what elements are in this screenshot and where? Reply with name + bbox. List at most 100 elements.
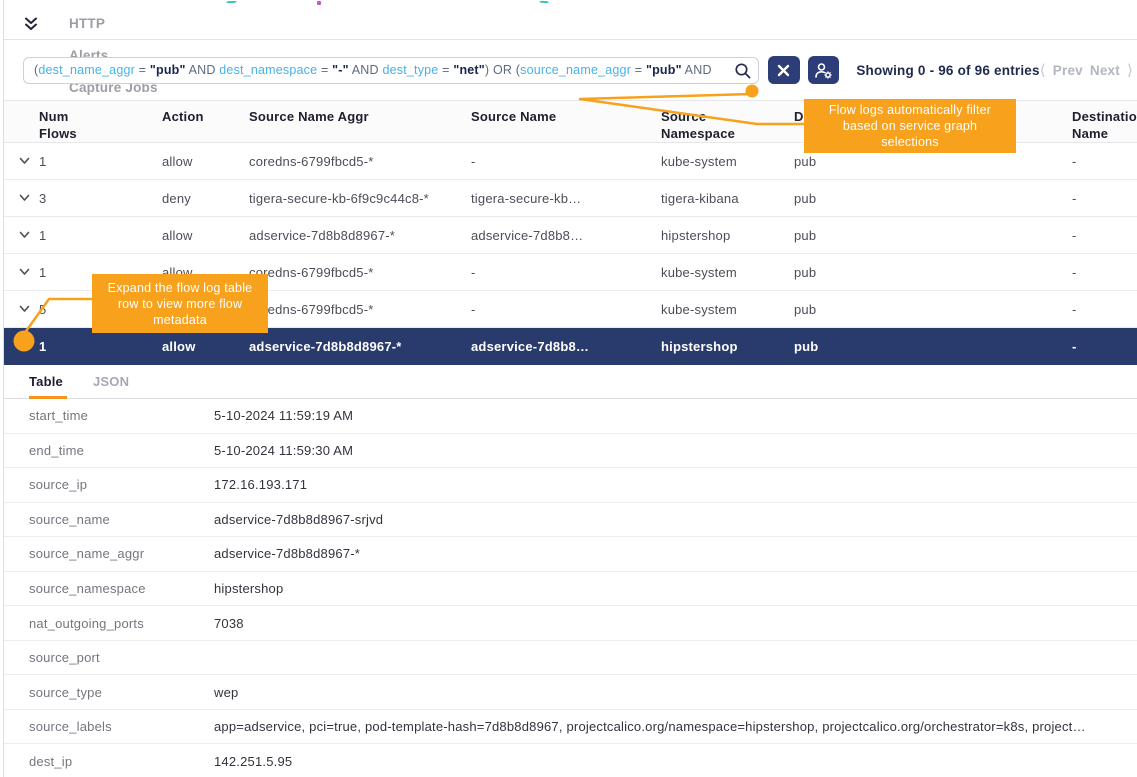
cell-source-name: - xyxy=(471,302,661,317)
row-expand-chevron-icon[interactable] xyxy=(19,268,39,276)
flow-table-row[interactable]: 1 allow adservice-7d8b8d8967-* adservice… xyxy=(4,328,1137,365)
cell-source-namespace: tigera-kibana xyxy=(661,191,794,206)
next-chevron-icon[interactable]: ⟩ xyxy=(1127,61,1133,79)
detail-field-row: source_port xyxy=(4,641,1137,676)
cell-destination-name: - xyxy=(1072,302,1137,317)
clear-filter-button[interactable] xyxy=(768,56,800,84)
cell-source-name-aggr: coredns-6799fbcd5-* xyxy=(249,302,471,317)
detail-field-key: source_ip xyxy=(4,477,214,492)
query-segment: = xyxy=(317,63,332,77)
filter-query-input[interactable]: (dest_name_aggr = "pub" AND dest_namespa… xyxy=(23,57,759,84)
detail-field-key: nat_outgoing_ports xyxy=(4,616,214,631)
cell-source-name: - xyxy=(471,265,661,280)
detail-field-value: app=adservice, pci=true, pod-template-ha… xyxy=(214,719,1088,734)
query-segment: "pub" xyxy=(646,63,682,77)
detail-field-value: wep xyxy=(214,685,240,700)
header-source-namespace: Source Namespace xyxy=(661,108,749,142)
cell-source-name-aggr: adservice-7d8b8d8967-* xyxy=(249,228,471,243)
row-expand-chevron-icon[interactable] xyxy=(19,194,39,202)
query-segment: = xyxy=(438,63,453,77)
query-segment: = xyxy=(135,63,150,77)
cell-dest-name-aggr: pub xyxy=(794,302,1072,317)
detail-field-row: source_namespace hipstershop xyxy=(4,572,1137,607)
header-destination-name: Destination Name xyxy=(1072,108,1137,142)
detail-field-row: source_name_aggr adservice-7d8b8d8967-* xyxy=(4,537,1137,572)
cell-destination-name: - xyxy=(1072,191,1137,206)
query-segment: AND xyxy=(186,63,220,77)
header-num-flows: Num Flows xyxy=(39,108,91,142)
cell-dest-name-aggr: pub xyxy=(794,191,1072,206)
row-expand-chevron-icon[interactable] xyxy=(19,305,39,313)
cell-source-name-aggr: coredns-6799fbcd5-* xyxy=(249,154,471,169)
search-icon[interactable] xyxy=(733,61,753,84)
detail-field-key: source_name_aggr xyxy=(4,546,214,561)
header-source-name: Source Name xyxy=(471,108,661,125)
cell-source-namespace: hipstershop xyxy=(661,228,794,243)
query-segment: "-" xyxy=(332,63,349,77)
collapse-panel-icon[interactable] xyxy=(20,13,42,35)
query-segment: "pub" xyxy=(150,63,186,77)
cell-destination-name: - xyxy=(1072,154,1137,169)
cell-destination-name: - xyxy=(1072,339,1137,354)
detail-field-key: source_type xyxy=(4,685,214,700)
person-gear-icon xyxy=(814,62,833,79)
detail-field-value: 142.251.5.95 xyxy=(214,754,294,769)
detail-field-row: source_name adservice-7d8b8d8967-srjvd xyxy=(4,503,1137,538)
query-segment: dest_type xyxy=(382,63,438,77)
graph-fragment xyxy=(539,1,550,5)
header-source-name-aggr: Source Name Aggr xyxy=(249,108,471,125)
entries-count-label: Showing 0 - 96 of 96 entries xyxy=(856,63,1039,78)
cell-action: deny xyxy=(162,191,249,206)
cell-action: allow xyxy=(162,228,249,243)
detail-field-row: source_labels app=adservice, pci=true, p… xyxy=(4,710,1137,745)
cell-dest-name-aggr: pub xyxy=(794,265,1072,280)
cell-source-name-aggr: adservice-7d8b8d8967-* xyxy=(249,339,471,354)
row-expand-chevron-icon[interactable] xyxy=(19,342,39,350)
cell-num-flows: 1 xyxy=(39,228,162,243)
detail-field-value: 7038 xyxy=(214,616,246,631)
flow-table-row[interactable]: 3 deny tigera-secure-kb-6f9c9c44c8-* tig… xyxy=(4,180,1137,217)
user-filter-settings-button[interactable] xyxy=(808,56,840,84)
prev-chevron-icon[interactable]: ⟨ xyxy=(1040,61,1046,79)
detail-field-row: nat_outgoing_ports 7038 xyxy=(4,606,1137,641)
filter-bar: (dest_name_aggr = "pub" AND dest_namespa… xyxy=(4,40,1137,100)
query-segment: dest_namespace xyxy=(219,63,317,77)
detail-field-value: hipstershop xyxy=(214,581,285,596)
tab-table[interactable]: Table xyxy=(29,374,63,398)
query-segment: dest_name_aggr xyxy=(38,63,135,77)
cell-dest-name-aggr: pub xyxy=(794,154,1072,169)
row-expand-chevron-icon[interactable] xyxy=(19,157,39,165)
cell-num-flows: 1 xyxy=(39,339,162,354)
log-type-tabbar: Flows 96 DNS HTTP Alerts Capture Jobs xyxy=(4,8,1137,40)
graph-fragment xyxy=(224,1,237,5)
next-button[interactable]: Next xyxy=(1090,63,1120,78)
cell-source-name: adservice-7d8b8… xyxy=(471,339,661,354)
cell-source-namespace: kube-system xyxy=(661,302,794,317)
flow-table-row[interactable]: 1 allow adservice-7d8b8d8967-* adservice… xyxy=(4,217,1137,254)
cell-dest-name-aggr: pub xyxy=(794,228,1072,243)
detail-field-key: source_labels xyxy=(4,719,214,734)
query-segment: source_name_aggr xyxy=(520,63,631,77)
cell-source-name: - xyxy=(471,154,661,169)
query-segment: = xyxy=(631,63,646,77)
cell-action: allow xyxy=(162,154,249,169)
detail-field-value: 5-10-2024 11:59:19 AM xyxy=(214,408,355,423)
flow-detail-tabs: Table JSON xyxy=(4,365,1137,399)
cell-source-name: adservice-7d8b8… xyxy=(471,228,661,243)
detail-field-value: 172.16.193.171 xyxy=(214,477,309,492)
pagination: ⟨ Prev Next ⟩ xyxy=(1040,61,1137,79)
detail-field-row: start_time 5-10-2024 11:59:19 AM xyxy=(4,399,1137,434)
cell-num-flows: 3 xyxy=(39,191,162,206)
cell-destination-name: - xyxy=(1072,228,1137,243)
tab-dns[interactable]: DNS xyxy=(56,0,171,8)
tab-http[interactable]: HTTP xyxy=(56,8,171,40)
close-icon xyxy=(777,64,790,77)
cell-num-flows: 1 xyxy=(39,154,162,169)
query-segment: "net" xyxy=(453,63,485,77)
cell-source-name-aggr: coredns-6799fbcd5-* xyxy=(249,265,471,280)
detail-field-key: source_port xyxy=(4,650,214,665)
tab-json[interactable]: JSON xyxy=(93,374,129,398)
row-expand-chevron-icon[interactable] xyxy=(19,231,39,239)
prev-button[interactable]: Prev xyxy=(1053,63,1083,78)
cell-destination-name: - xyxy=(1072,265,1137,280)
